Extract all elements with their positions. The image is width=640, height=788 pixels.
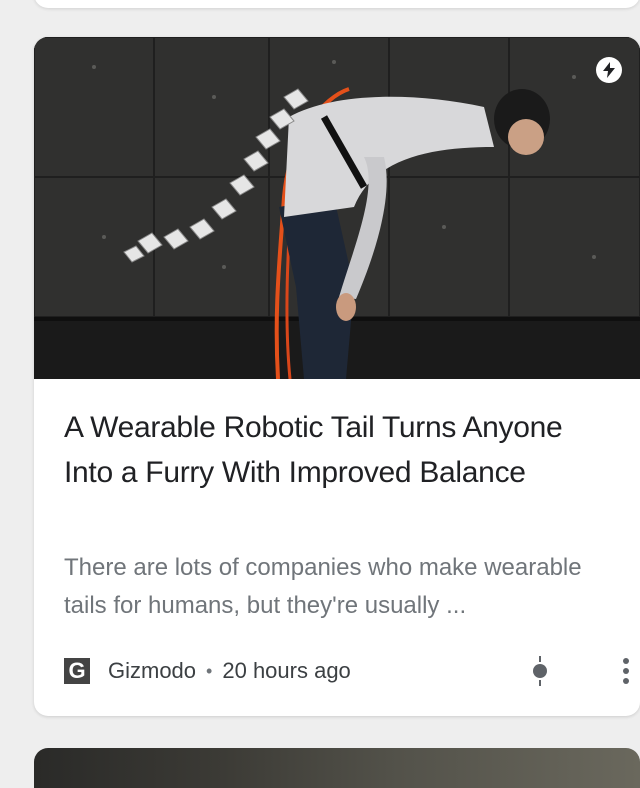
more-options-button[interactable] (616, 654, 636, 688)
robotic-tail-photo (34, 37, 640, 379)
article-source-row: G Gizmodo • 20 hours ago (64, 654, 629, 688)
source-name[interactable]: Gizmodo (108, 658, 196, 684)
article-title[interactable]: A Wearable Robotic Tail Turns Anyone Int… (64, 405, 612, 495)
published-time: 20 hours ago (222, 658, 351, 683)
source-favicon: G (64, 658, 90, 684)
next-card-image-edge[interactable] (34, 748, 640, 788)
text-to-speech-button[interactable] (530, 654, 550, 688)
article-image[interactable] (34, 37, 640, 379)
article-snippet: There are lots of companies who make wea… (64, 554, 582, 619)
text-to-speech-icon (533, 656, 547, 686)
previous-card-edge[interactable] (34, 0, 640, 8)
lightning-bolt-icon (596, 57, 622, 83)
news-card[interactable]: A Wearable Robotic Tail Turns Anyone Int… (34, 37, 640, 716)
more-vert-icon (623, 658, 629, 684)
separator-dot: • (206, 660, 213, 681)
